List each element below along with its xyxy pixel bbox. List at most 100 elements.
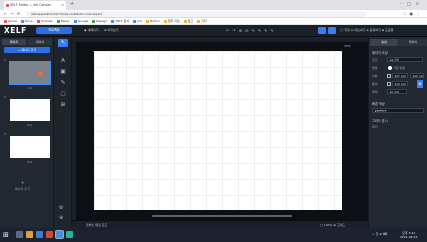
bookmark-label: 기타 [201,19,207,23]
app-header: XELF 프로젝트 ◉ 새페이지 ⊕ 미리보기 ↶↷⊞⊟✎✎✎✎ ◯ 저장 ⊡ … [0,25,427,37]
status-controls[interactable]: □ 100% ⊞ 그리드 [320,223,345,227]
clock[interactable]: 오후 3:12 2021-06-23 [400,231,417,239]
tab-properties[interactable]: 속성 [370,39,398,46]
bookmark-item[interactable]: Naver [56,18,70,24]
chrome-icon[interactable] [55,230,64,239]
start-icon[interactable]: ⊞ [3,231,9,239]
window-controls[interactable]: –□× [400,1,424,6]
search-icon[interactable] [16,231,23,238]
image-tool-icon[interactable]: ▣ [58,68,68,76]
grid-toggle[interactable]: 켜기 [372,125,378,129]
lock-checkbox[interactable] [387,74,391,78]
editor-icon[interactable] [66,231,73,238]
page-number: 2 [4,95,6,99]
header-right-menu: ◯ 저장 ⊡ 내보내기 ⊕ 공유하기 ⊞ 도움말 [340,28,394,32]
bookmark-label: Youtube [40,19,53,23]
extensions-icons[interactable]: ☆●⋮ [403,11,423,16]
size-select[interactable]: A4 가로 [387,57,423,62]
url-field[interactable]: xelf.app/editor/ink?mode=edit&doc=canvas… [26,11,366,17]
page-thumbnail-1[interactable] [9,61,51,85]
height-field[interactable]: 210 mm [392,81,408,86]
export-button[interactable]: ⊡ 내보내기 [351,28,366,32]
browser-address-bar: ←→⟳ xelf.app/editor/ink?mode=edit&doc=ca… [0,10,427,18]
height-field-top[interactable]: 210 mm [410,73,424,78]
app-icon[interactable] [46,231,53,238]
bookmark-label: Naver [60,19,70,23]
page-label: 2/4 [27,123,32,127]
bookmark-icon [56,19,60,23]
page-thumbnail-3[interactable] [10,136,50,158]
table-tool-icon[interactable]: ⊞ [58,101,68,109]
apply-button[interactable]: ▤ [417,80,423,88]
close-tab-icon[interactable]: × [61,1,64,10]
project-button[interactable]: 프로젝트 [36,27,72,34]
zoom-icon[interactable]: ⊕ [59,215,63,221]
bookmark-icon [133,19,137,23]
bookmark-label: Notion [149,19,160,23]
bookmark-item[interactable]: Youtube [36,18,53,24]
bookmark-item[interactable]: Drive [20,18,33,24]
add-page-button[interactable]: + 페이지 추가 [4,47,50,53]
status-bar: 캔버스 편집 모드 □ 100% ⊞ 그리드 [72,220,368,228]
add-page-icon[interactable]: + [21,181,25,186]
tab-layers[interactable]: 레이어 [28,39,52,45]
orientation-radio[interactable] [388,66,392,70]
add-page-label[interactable]: 페이지 추가 [15,187,30,191]
bookmark-item[interactable]: 기타 [197,18,207,24]
bookmark-label: 업무 자료 [167,19,180,23]
shape-tool-icon[interactable]: ▢ [58,90,68,98]
bookmark-label: Jira [137,19,142,23]
canvas-area: 75% [72,37,368,220]
artboard[interactable] [94,51,342,210]
tab-layers-right[interactable]: 레이어 [399,39,427,46]
bookmark-item[interactable]: Gmail [4,18,17,24]
toolbar-tool-icon[interactable]: ✎ [271,28,277,33]
select-tool-icon[interactable]: ↖ [58,39,68,47]
mode-toggle-a[interactable] [318,27,326,34]
tab-pages[interactable]: 페이지 [2,39,26,45]
bookmark-item[interactable]: Notion [145,18,160,24]
mail-icon[interactable] [36,231,43,238]
new-tab-icon[interactable]: + [70,1,74,7]
bookmark-item[interactable]: Papago [92,18,107,24]
pages-panel: 페이지 레이어 + 페이지 추가 1 1/4 2 2/4 3 3/4 + 페이지… [0,37,54,228]
horizontal-scrollbar[interactable] [152,215,292,217]
page-thumbnail-2[interactable] [10,99,50,121]
background-color-field[interactable]: #FFFFFF [372,108,424,113]
bookmark-label: Drive [24,19,33,23]
bookmark-item[interactable]: Google [73,18,88,24]
bookmark-item[interactable]: 참고 [183,18,193,24]
bookmark-item[interactable]: 업무 자료 [163,18,180,24]
page-label: 3/4 [27,160,32,164]
browser-tab[interactable]: XELF Editor — Ink Canvas × [4,1,66,10]
folder-icon[interactable] [26,231,33,238]
margin-field[interactable]: 10 mm [387,89,407,94]
page-number: 3 [4,132,6,136]
browser-tab-title: XELF Editor — Ink Canvas [10,3,51,7]
bookmark-icon [20,19,24,23]
grid-section: 그리드 표시 [372,119,388,123]
status-text: 캔버스 편집 모드 [86,222,108,227]
system-tray[interactable]: ㅅ 한 ⊕ ⌨ [372,232,387,236]
bookmark-icon [111,19,115,23]
new-page-menu[interactable]: ◉ 새페이지 [84,28,99,32]
bookmarks-bar: Gmail Drive Youtube Naver Google Papago XELF 문… [0,18,427,25]
width-field[interactable]: 297 mm [392,73,408,78]
bookmark-item[interactable]: XELF 문서 [111,18,129,24]
favicon-icon [5,4,9,7]
bookmark-icon [183,19,187,23]
field-label: 크기 [372,58,378,62]
save-button[interactable]: ◯ 저장 [340,28,350,32]
mode-toggle-b[interactable] [328,27,336,34]
share-button[interactable]: ⊕ 공유하기 [366,28,381,32]
orientation-label: 가로 방향 [393,66,405,70]
browser-nav-icons[interactable]: ←→⟳ [4,11,23,16]
help-button[interactable]: ⊞ 도움말 [382,28,394,32]
ratio-checkbox[interactable] [387,82,391,86]
zoom-level[interactable]: 75% [344,44,351,48]
bookmark-item[interactable]: Jira [133,18,142,24]
preview-menu[interactable]: ⊕ 미리보기 [104,28,119,32]
text-tool-icon[interactable]: A [58,57,68,65]
pen-tool-icon[interactable]: ✎ [58,79,68,87]
settings-icon[interactable]: ⚙ [59,205,63,211]
